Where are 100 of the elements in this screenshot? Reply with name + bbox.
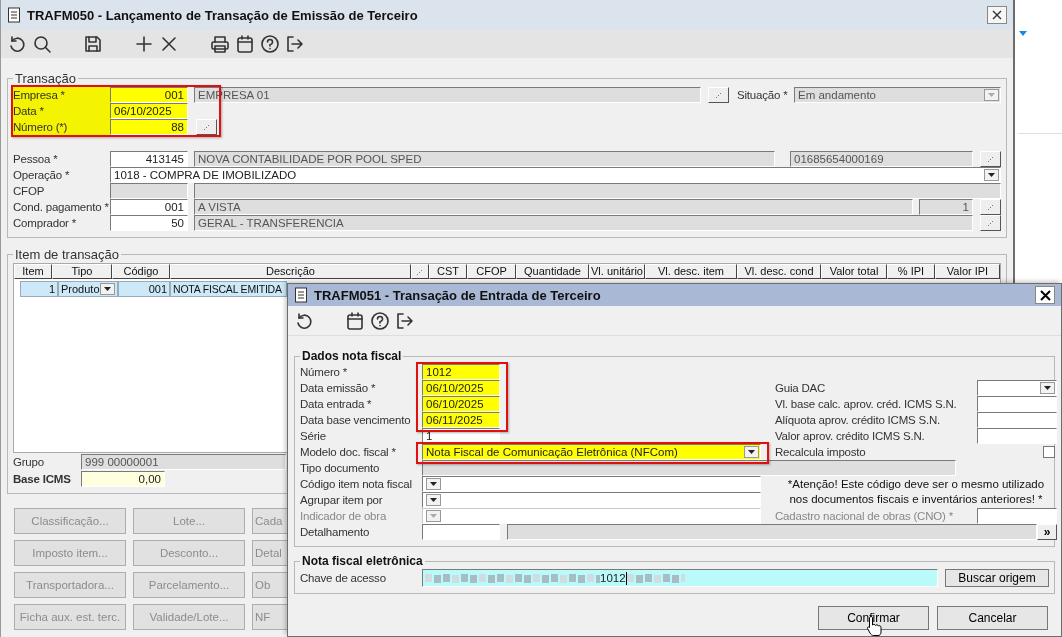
- lookup-button[interactable]: [196, 119, 217, 135]
- document-icon: [294, 287, 308, 303]
- dropdown-field[interactable]: [422, 476, 761, 492]
- operation-select[interactable]: 1018 - COMPRA DE IMOBILIZADO: [110, 167, 1001, 183]
- print-icon[interactable]: [210, 34, 230, 54]
- field-label: Cadastro nacional de obras (CNO) *: [775, 509, 954, 524]
- field-label: Chave de acesso: [300, 571, 387, 586]
- code-field[interactable]: 88: [110, 119, 188, 135]
- dropdown-button[interactable]: [426, 494, 441, 506]
- dropdown-field[interactable]: Nota Fiscal de Comunicação Eletrônica (NFCom): [422, 444, 761, 460]
- close-icon: [992, 10, 1002, 20]
- dropdown-button[interactable]: [984, 169, 999, 181]
- date-field[interactable]: 06/10/2025: [110, 103, 188, 119]
- field-label: Série: [300, 429, 327, 444]
- status-select[interactable]: Em andamento: [794, 87, 1001, 103]
- field-label: Data base vencimento: [300, 413, 412, 428]
- text-cursor: [625, 571, 627, 585]
- field-label: Guia DAC: [775, 381, 827, 396]
- access-key-field[interactable]: 1012: [422, 569, 938, 587]
- dropdown-button[interactable]: [426, 478, 441, 490]
- field-label: Detalhamento: [300, 525, 371, 540]
- field-label: Recalcula imposto: [775, 445, 867, 460]
- column-header[interactable]: Valor total: [821, 264, 887, 279]
- add-icon[interactable]: [134, 34, 154, 54]
- text-field[interactable]: 06/11/2025: [422, 412, 500, 428]
- exit-icon[interactable]: [285, 34, 305, 54]
- caret-icon[interactable]: [1019, 31, 1027, 36]
- text-field[interactable]: [977, 428, 1057, 444]
- action-button[interactable]: Confirmar: [818, 606, 929, 630]
- checkbox[interactable]: [1043, 446, 1055, 458]
- undo-icon[interactable]: [7, 34, 27, 54]
- close-button[interactable]: [1035, 286, 1055, 304]
- field-label: Número (*): [13, 119, 110, 135]
- close-icon[interactable]: [159, 34, 179, 54]
- table-cell: NOTA FISCAL EMITIDA: [170, 281, 287, 297]
- calendar-icon[interactable]: [345, 310, 365, 331]
- dropdown-field[interactable]: [977, 380, 1057, 396]
- column-header[interactable]: Item: [14, 264, 52, 279]
- table-cell: 1: [20, 281, 58, 297]
- column-header[interactable]: Vl. desc. cond: [737, 264, 821, 279]
- dropdown-button[interactable]: [744, 446, 759, 458]
- field-label: Situação *: [737, 88, 789, 103]
- code-field[interactable]: 50: [110, 215, 188, 231]
- text-field[interactable]: [422, 524, 500, 540]
- column-header[interactable]: [411, 264, 429, 279]
- code-field[interactable]: 001: [110, 199, 188, 215]
- lookup-button[interactable]: [980, 215, 1001, 231]
- search-icon[interactable]: [32, 34, 52, 54]
- close-icon: [1039, 289, 1051, 301]
- undo-icon[interactable]: [294, 310, 314, 331]
- expand-button[interactable]: »: [1037, 524, 1057, 540]
- lookup-button[interactable]: [708, 87, 729, 103]
- column-header[interactable]: Código: [112, 264, 170, 279]
- group-field: 999 00000001: [81, 454, 286, 470]
- dropdown-button[interactable]: [100, 283, 115, 295]
- field-label: Número *: [300, 365, 348, 380]
- name-field: GERAL - TRANSFERENCIA: [194, 215, 973, 231]
- action-button[interactable]: Cancelar: [937, 606, 1048, 630]
- name-field: NOVA CONTABILIDADE POR POOL SPED: [194, 151, 775, 167]
- field-label: Data emissão *: [300, 381, 377, 396]
- caret-icon: [1044, 386, 1051, 390]
- column-header[interactable]: Tipo: [52, 264, 112, 279]
- text-field[interactable]: [977, 396, 1057, 412]
- lookup-button[interactable]: [980, 199, 1001, 215]
- column-header[interactable]: Quantidade: [516, 264, 589, 279]
- column-header[interactable]: % IPI: [887, 264, 935, 279]
- document-field: 01685654000169: [790, 151, 973, 167]
- field-label: Valor aprov. crédito ICMS S.N.: [775, 429, 926, 444]
- column-header[interactable]: CFOP: [467, 264, 516, 279]
- window-title: TRAFM051 - Transação de Entrada de Terceiro: [314, 287, 601, 303]
- text-field[interactable]: 1012: [422, 364, 500, 380]
- close-button[interactable]: [987, 6, 1007, 24]
- code-field[interactable]: 413145: [110, 151, 188, 167]
- text-field[interactable]: 06/10/2025: [422, 380, 500, 396]
- base-icms-field[interactable]: 0,00: [81, 471, 165, 487]
- column-header[interactable]: Valor IPI: [935, 264, 1000, 279]
- column-header[interactable]: Vl. desc. item: [645, 264, 737, 279]
- field-label: Vl. base calc. aprov. créd. ICMS S.N.: [775, 397, 958, 412]
- text-field[interactable]: 06/10/2025: [422, 396, 500, 412]
- column-header[interactable]: CST: [429, 264, 467, 279]
- code-field[interactable]: 001: [110, 87, 188, 103]
- calendar-icon[interactable]: [235, 34, 255, 54]
- text-field[interactable]: [977, 508, 1057, 524]
- type-select[interactable]: Produto: [58, 281, 118, 297]
- column-header[interactable]: Vl. unitário: [589, 264, 645, 279]
- lookup-button[interactable]: [980, 151, 1001, 167]
- save-icon[interactable]: [83, 34, 103, 54]
- exit-icon[interactable]: [395, 310, 415, 331]
- help-icon[interactable]: [370, 310, 390, 331]
- text-field[interactable]: [977, 412, 1057, 428]
- column-header[interactable]: Descrição: [170, 264, 411, 279]
- field-label: Grupo: [13, 455, 45, 470]
- caret-icon: [430, 514, 437, 518]
- section-title: Transação: [14, 72, 77, 85]
- note-text: *Atenção! Este código deve ser o mesmo utilizado nos documentos fiscais e inventários anteriores! *: [786, 477, 1046, 507]
- search-origin-button[interactable]: Buscar origem: [945, 569, 1049, 587]
- field-label: Tipo documento: [300, 461, 381, 476]
- help-icon[interactable]: [260, 34, 280, 54]
- dropdown-button[interactable]: [1040, 382, 1055, 394]
- dropdown-field[interactable]: [422, 492, 761, 508]
